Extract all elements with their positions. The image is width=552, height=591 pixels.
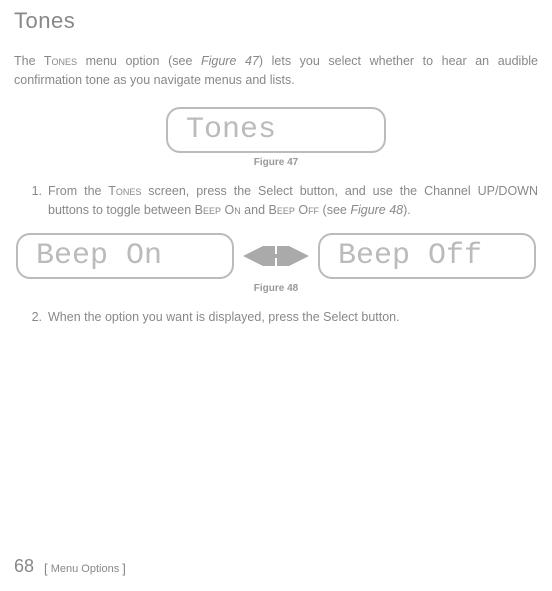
step-body: When the option you want is displayed, p… [48,308,538,327]
step-smallcaps: eep [277,203,295,217]
bracket-close: ] [122,561,126,576]
step-text: O [295,203,308,217]
step-1: 1. From the Tones screen, press the Sele… [14,182,538,221]
step-smallcaps: ff [308,203,319,217]
step-body: From the Tones screen, press the Select … [48,182,538,221]
step-list: 1. From the Tones screen, press the Sele… [14,182,538,221]
figure-caption-48: Figure 48 [14,283,538,294]
step-text: O [221,203,234,217]
intro-smallcaps: ones [52,54,78,68]
lcd-text: Beep Off [338,239,482,273]
intro-paragraph: The Tones menu option (see Figure 47) le… [14,52,538,91]
page-footer: 68 [ Menu Options ] [14,556,126,577]
step-text: From the T [48,184,116,198]
step-smallcaps: eep [203,203,221,217]
step-smallcaps: ones [116,184,142,198]
step-list: 2. When the option you want is displayed… [14,308,538,327]
figure-caption-47: Figure 47 [14,157,538,168]
intro-text: The T [14,54,52,68]
lcd-display-beep-on: Beep On [16,233,234,279]
step-number: 1. [14,182,48,221]
page-number: 68 [14,556,34,577]
step-2: 2. When the option you want is displayed… [14,308,538,327]
lcd-text: Tones [186,113,276,147]
bracket-open: [ [44,561,48,576]
step-text: ). [403,203,411,217]
page-title: Tones [14,8,538,34]
step-text: (see [319,203,350,217]
lcd-display-tones: Tones [166,107,386,153]
lcd-display-beep-off: Beep Off [318,233,536,279]
figure-reference: Figure 47 [201,54,259,68]
step-number: 2. [14,308,48,327]
toggle-figure-row: Beep On Beep Off [14,233,538,279]
footer-section-label: [ Menu Options ] [44,561,126,576]
footer-label-text: Menu Options [51,563,119,575]
lcd-text: Beep On [36,239,162,273]
double-arrow-icon [235,246,317,266]
intro-text: menu option (see [77,54,201,68]
figure-reference: Figure 48 [350,203,403,217]
step-text: and B [241,203,277,217]
